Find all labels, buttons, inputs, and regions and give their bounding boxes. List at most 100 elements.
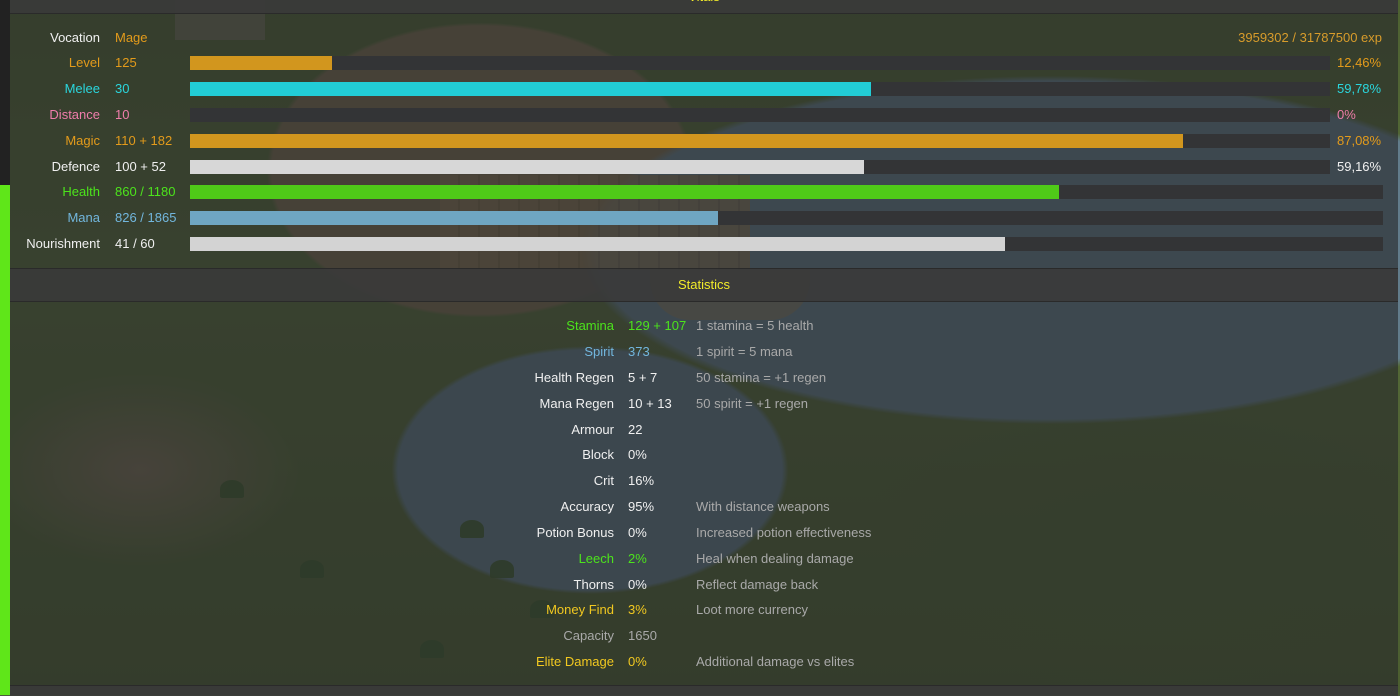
elite-damage-label: Elite Damage (535, 654, 614, 669)
vital-row-level: Level 125 12,46% (10, 53, 1398, 73)
mana-label: Mana (67, 210, 100, 225)
stat-row-thorns: Thorns 0% Reflect damage back (10, 575, 1398, 595)
stat-row-capacity: Capacity 1650 (10, 626, 1398, 646)
capacity-value: 1650 (628, 628, 657, 643)
mana-bar-fill (190, 211, 719, 225)
level-value: 125 (115, 55, 137, 70)
stat-row-potion-bonus: Potion Bonus 0% Increased potion effecti… (10, 523, 1398, 543)
crit-label: Crit (593, 473, 614, 488)
distance-label: Distance (49, 107, 100, 122)
vital-row-mana: Mana 826 / 1865 (10, 208, 1398, 228)
stamina-label: Stamina (566, 318, 614, 333)
health-bar (190, 185, 1383, 199)
leech-label: Leech (578, 551, 614, 566)
vitals-title: Vitals (10, 0, 1398, 13)
spirit-note: 1 spirit = 5 mana (696, 344, 793, 359)
magic-value: 110 + 182 (115, 133, 173, 148)
health-regen-value: 5 + 7 (628, 370, 658, 385)
melee-label: Melee (64, 81, 100, 96)
stat-row-accuracy: Accuracy 95% With distance weapons (10, 497, 1398, 517)
defence-value: 100 + 52 (115, 159, 166, 174)
defence-percent: 59,16% (1337, 159, 1382, 174)
crit-value: 16% (628, 473, 655, 488)
thorns-label: Thorns (573, 577, 614, 592)
distance-value: 10 (115, 107, 130, 122)
block-value: 0% (628, 447, 647, 462)
vocation-value: Mage (115, 30, 148, 45)
health-value: 860 / 1180 (115, 184, 176, 199)
nourishment-label: Nourishment (26, 236, 100, 251)
level-label: Level (68, 55, 100, 70)
mana-regen-label: Mana Regen (539, 396, 614, 411)
statistics-title: Statistics (677, 277, 730, 292)
stamina-value: 129 + 107 (628, 318, 687, 333)
accuracy-note: With distance weapons (696, 499, 830, 514)
vital-row-magic: Magic 110 + 182 87,08% (10, 131, 1398, 151)
health-regen-label: Health Regen (534, 370, 615, 385)
vocation-row: Vocation Mage 3959302 / 31787500 exp (10, 28, 1398, 48)
magic-label: Magic (65, 133, 100, 148)
mana-value: 826 / 1865 (115, 210, 177, 225)
capacity-label: Capacity (563, 628, 614, 643)
accuracy-value: 95% (628, 499, 655, 514)
potion-bonus-label: Potion Bonus (536, 525, 614, 540)
melee-progress-fill (190, 82, 872, 96)
magic-percent: 87,08% (1337, 133, 1382, 148)
mana-bar (190, 211, 1383, 225)
panel-bottom-edge (10, 685, 1398, 696)
distance-percent: 0% (1337, 107, 1356, 122)
vital-row-health: Health 860 / 1180 (10, 182, 1398, 202)
experience-readout: 3959302 / 31787500 exp (1238, 30, 1382, 45)
health-regen-note: 50 stamina = +1 regen (696, 370, 827, 385)
magic-progress-fill (190, 134, 1183, 148)
left-panel-dark (0, 0, 10, 185)
elite-damage-note: Additional damage vs elites (696, 654, 855, 669)
defence-label: Defence (51, 159, 100, 174)
health-label: Health (62, 184, 100, 199)
money-find-note: Loot more currency (696, 602, 808, 617)
stat-row-armour: Armour 22 (10, 420, 1398, 440)
leech-value: 2% (628, 551, 647, 566)
vocation-label: Vocation (50, 30, 100, 45)
stamina-note: 1 stamina = 5 health (696, 318, 814, 333)
vital-row-defence: Defence 100 + 52 59,16% (10, 157, 1398, 177)
melee-value: 30 (115, 81, 130, 96)
vital-row-distance: Distance 10 0% (10, 105, 1398, 125)
distance-progress-bar (190, 108, 1330, 122)
left-health-strip (0, 185, 10, 695)
mana-regen-value: 10 + 13 (628, 396, 672, 411)
stat-row-spirit: Spirit 373 1 spirit = 5 mana (10, 342, 1398, 362)
stat-row-elite-damage: Elite Damage 0% Additional damage vs eli… (10, 652, 1398, 672)
block-label: Block (582, 447, 614, 462)
money-find-label: Money Find (546, 602, 614, 617)
potion-bonus-note: Increased potion effectiveness (696, 525, 872, 540)
melee-progress-bar (190, 82, 1330, 96)
spirit-label: Spirit (584, 344, 614, 359)
level-progress-fill (190, 56, 333, 70)
nourishment-value: 41 / 60 (115, 236, 155, 251)
elite-damage-value: 0% (628, 654, 647, 669)
stat-row-mana-regen: Mana Regen 10 + 13 50 spirit = +1 regen (10, 394, 1398, 414)
mana-regen-note: 50 spirit = +1 regen (696, 396, 809, 411)
accuracy-label: Accuracy (560, 499, 614, 514)
vital-row-nourishment: Nourishment 41 / 60 (10, 234, 1398, 254)
spirit-value: 373 (628, 344, 650, 359)
potion-bonus-value: 0% (628, 525, 647, 540)
armour-value: 22 (628, 422, 643, 437)
thorns-value: 0% (628, 577, 647, 592)
nourishment-bar-fill (190, 237, 1006, 251)
nourishment-bar (190, 237, 1383, 251)
melee-percent: 59,78% (1337, 81, 1382, 96)
money-find-value: 3% (628, 602, 647, 617)
level-percent: 12,46% (1337, 55, 1382, 70)
stat-row-stamina: Stamina 129 + 107 1 stamina = 5 health (10, 316, 1398, 336)
leech-note: Heal when dealing damage (696, 551, 854, 566)
level-progress-bar (190, 56, 1330, 70)
stat-row-crit: Crit 16% (10, 471, 1398, 491)
magic-progress-bar (190, 134, 1330, 148)
defence-progress-bar (190, 160, 1330, 174)
defence-progress-fill (190, 160, 865, 174)
stat-row-money-find: Money Find 3% Loot more currency (10, 600, 1398, 620)
stat-row-leech: Leech 2% Heal when dealing damage (10, 549, 1398, 569)
thorns-note: Reflect damage back (696, 577, 819, 592)
